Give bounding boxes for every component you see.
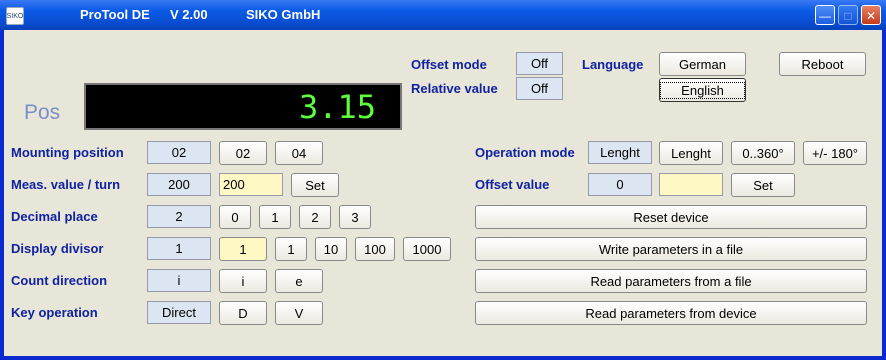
meas-value-set-button[interactable]: Set	[291, 173, 339, 197]
window-title-app: ProTool DE	[80, 7, 150, 22]
meas-value-input[interactable]: 200	[219, 173, 283, 196]
mounting-04-button[interactable]: 04	[275, 141, 323, 165]
decimal-1-button[interactable]: 1	[259, 205, 291, 229]
language-english-button[interactable]: English	[659, 78, 746, 102]
relative-value-value: Off	[516, 77, 563, 100]
key-operation-value: Direct	[147, 301, 211, 324]
reset-device-button[interactable]: Reset device	[475, 205, 867, 229]
window-title-version: V 2.00	[170, 7, 208, 22]
divisor-1-button[interactable]: 1	[275, 237, 307, 261]
divisor-10-button[interactable]: 10	[315, 237, 347, 261]
app-logo-icon: SIKO	[6, 7, 24, 25]
write-parameters-button[interactable]: Write parameters in a file	[475, 237, 867, 261]
mode-360-button[interactable]: 0..360°	[731, 141, 795, 165]
operation-mode-label: Operation mode	[475, 145, 575, 160]
offset-value-value: 0	[588, 173, 652, 196]
offset-value-input[interactable]	[659, 173, 723, 196]
decimal-place-value: 2	[147, 205, 211, 228]
relative-value-label: Relative value	[411, 81, 498, 96]
decimal-0-button[interactable]: 0	[219, 205, 251, 229]
mode-180-button[interactable]: +/- 180°	[803, 141, 867, 165]
display-divisor-label: Display divisor	[11, 241, 104, 256]
display-divisor-value: 1	[147, 237, 211, 260]
decimal-place-label: Decimal place	[11, 209, 98, 224]
maximize-icon[interactable]: □	[838, 5, 858, 25]
meas-value-label: Meas. value / turn	[11, 177, 121, 192]
mounting-02-button[interactable]: 02	[219, 141, 267, 165]
reboot-button[interactable]: Reboot	[779, 52, 866, 76]
decimal-2-button[interactable]: 2	[299, 205, 331, 229]
read-device-button[interactable]: Read parameters from device	[475, 301, 867, 325]
read-file-button[interactable]: Read parameters from a file	[475, 269, 867, 293]
offset-value-label: Offset value	[475, 177, 550, 192]
close-icon[interactable]: ✕	[861, 5, 881, 25]
app-window: SIKO ProTool DE V 2.00 SIKO GmbH — □ ✕ P…	[0, 0, 886, 360]
offset-set-button[interactable]: Set	[731, 173, 795, 197]
count-direction-value: i	[147, 269, 211, 292]
language-label: Language	[582, 57, 644, 72]
mounting-position-label: Mounting position	[11, 145, 124, 160]
count-direction-label: Count direction	[11, 273, 108, 288]
title-bar[interactable]: SIKO ProTool DE V 2.00 SIKO GmbH — □ ✕	[0, 0, 886, 30]
main-panel: Pos 3.15 Offset mode Off Relative value …	[4, 30, 882, 356]
offset-mode-label: Offset mode	[411, 57, 487, 72]
key-d-button[interactable]: D	[219, 301, 267, 325]
operation-mode-value: Lenght	[588, 141, 652, 164]
mounting-position-value: 02	[147, 141, 211, 164]
count-e-button[interactable]: e	[275, 269, 323, 293]
divisor-1000-button[interactable]: 1000	[403, 237, 451, 261]
language-german-button[interactable]: German	[659, 52, 746, 76]
minimize-icon[interactable]: —	[815, 5, 835, 25]
decimal-3-button[interactable]: 3	[339, 205, 371, 229]
position-value: 3.15	[298, 88, 376, 126]
position-label: Pos	[24, 101, 61, 124]
offset-mode-value: Off	[516, 52, 563, 75]
meas-value-value: 200	[147, 173, 211, 196]
count-i-button[interactable]: i	[219, 269, 267, 293]
divisor-selected-button[interactable]: 1	[219, 237, 267, 261]
key-v-button[interactable]: V	[275, 301, 323, 325]
position-display: 3.15	[84, 83, 402, 130]
divisor-100-button[interactable]: 100	[355, 237, 395, 261]
mode-lenght-button[interactable]: Lenght	[659, 141, 723, 165]
key-operation-label: Key operation	[11, 305, 98, 320]
window-title-company: SIKO GmbH	[246, 7, 321, 22]
